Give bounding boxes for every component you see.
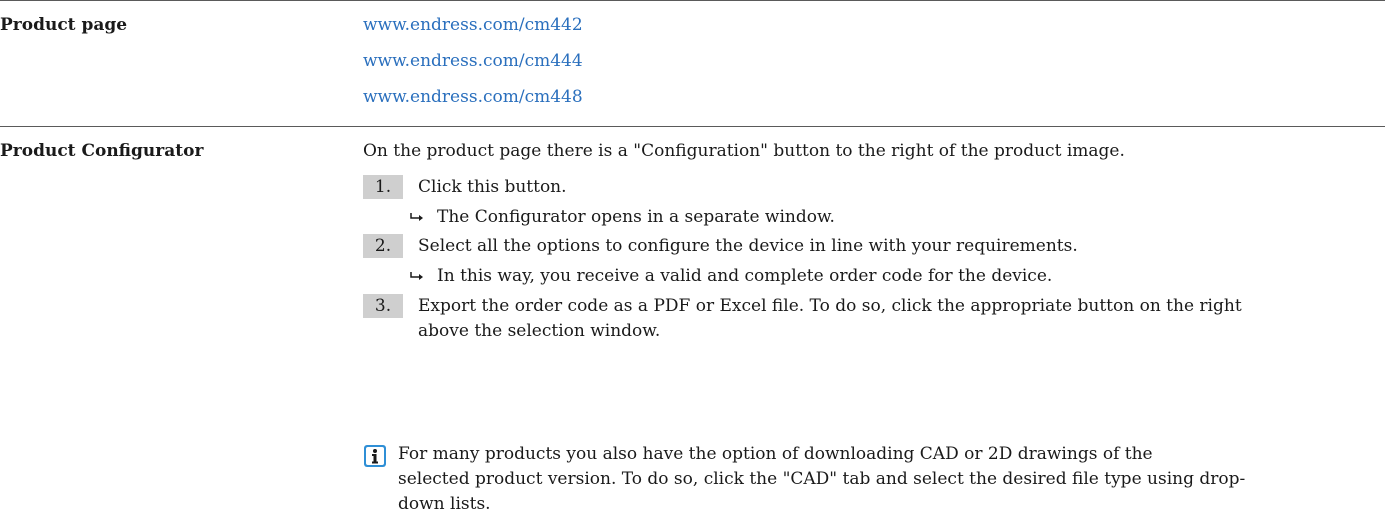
top-divider bbox=[0, 0, 1385, 1]
section-divider bbox=[0, 126, 1385, 127]
step-1-result: The Configurator opens in a separate win… bbox=[437, 207, 835, 227]
link-cm442[interactable]: www.endress.com/cm442 bbox=[363, 14, 583, 36]
step-1-number: 1. bbox=[363, 175, 403, 199]
link-cm444[interactable]: www.endress.com/cm444 bbox=[363, 50, 583, 72]
step-3-text-line-1: Export the order code as a PDF or Excel … bbox=[418, 296, 1242, 316]
result-arrow-icon bbox=[410, 213, 424, 223]
step-3-number: 3. bbox=[363, 294, 403, 318]
step-2-result: In this way, you receive a valid and com… bbox=[437, 266, 1053, 286]
product-configurator-label: Product Configurator bbox=[0, 141, 204, 161]
result-arrow-icon bbox=[410, 272, 424, 282]
step-2-text: Select all the options to configure the … bbox=[418, 236, 1078, 256]
note-line-2: selected product version. To do so, clic… bbox=[398, 469, 1246, 489]
configurator-intro: On the product page there is a "Configur… bbox=[363, 141, 1125, 161]
step-1-text: Click this button. bbox=[418, 177, 567, 197]
link-cm448[interactable]: www.endress.com/cm448 bbox=[363, 86, 583, 108]
step-2-number: 2. bbox=[363, 234, 403, 258]
step-3-text-line-2: above the selection window. bbox=[418, 321, 661, 341]
note-line-1: For many products you also have the opti… bbox=[398, 444, 1153, 464]
info-icon bbox=[363, 444, 387, 468]
product-page-label: Product page bbox=[0, 15, 128, 35]
